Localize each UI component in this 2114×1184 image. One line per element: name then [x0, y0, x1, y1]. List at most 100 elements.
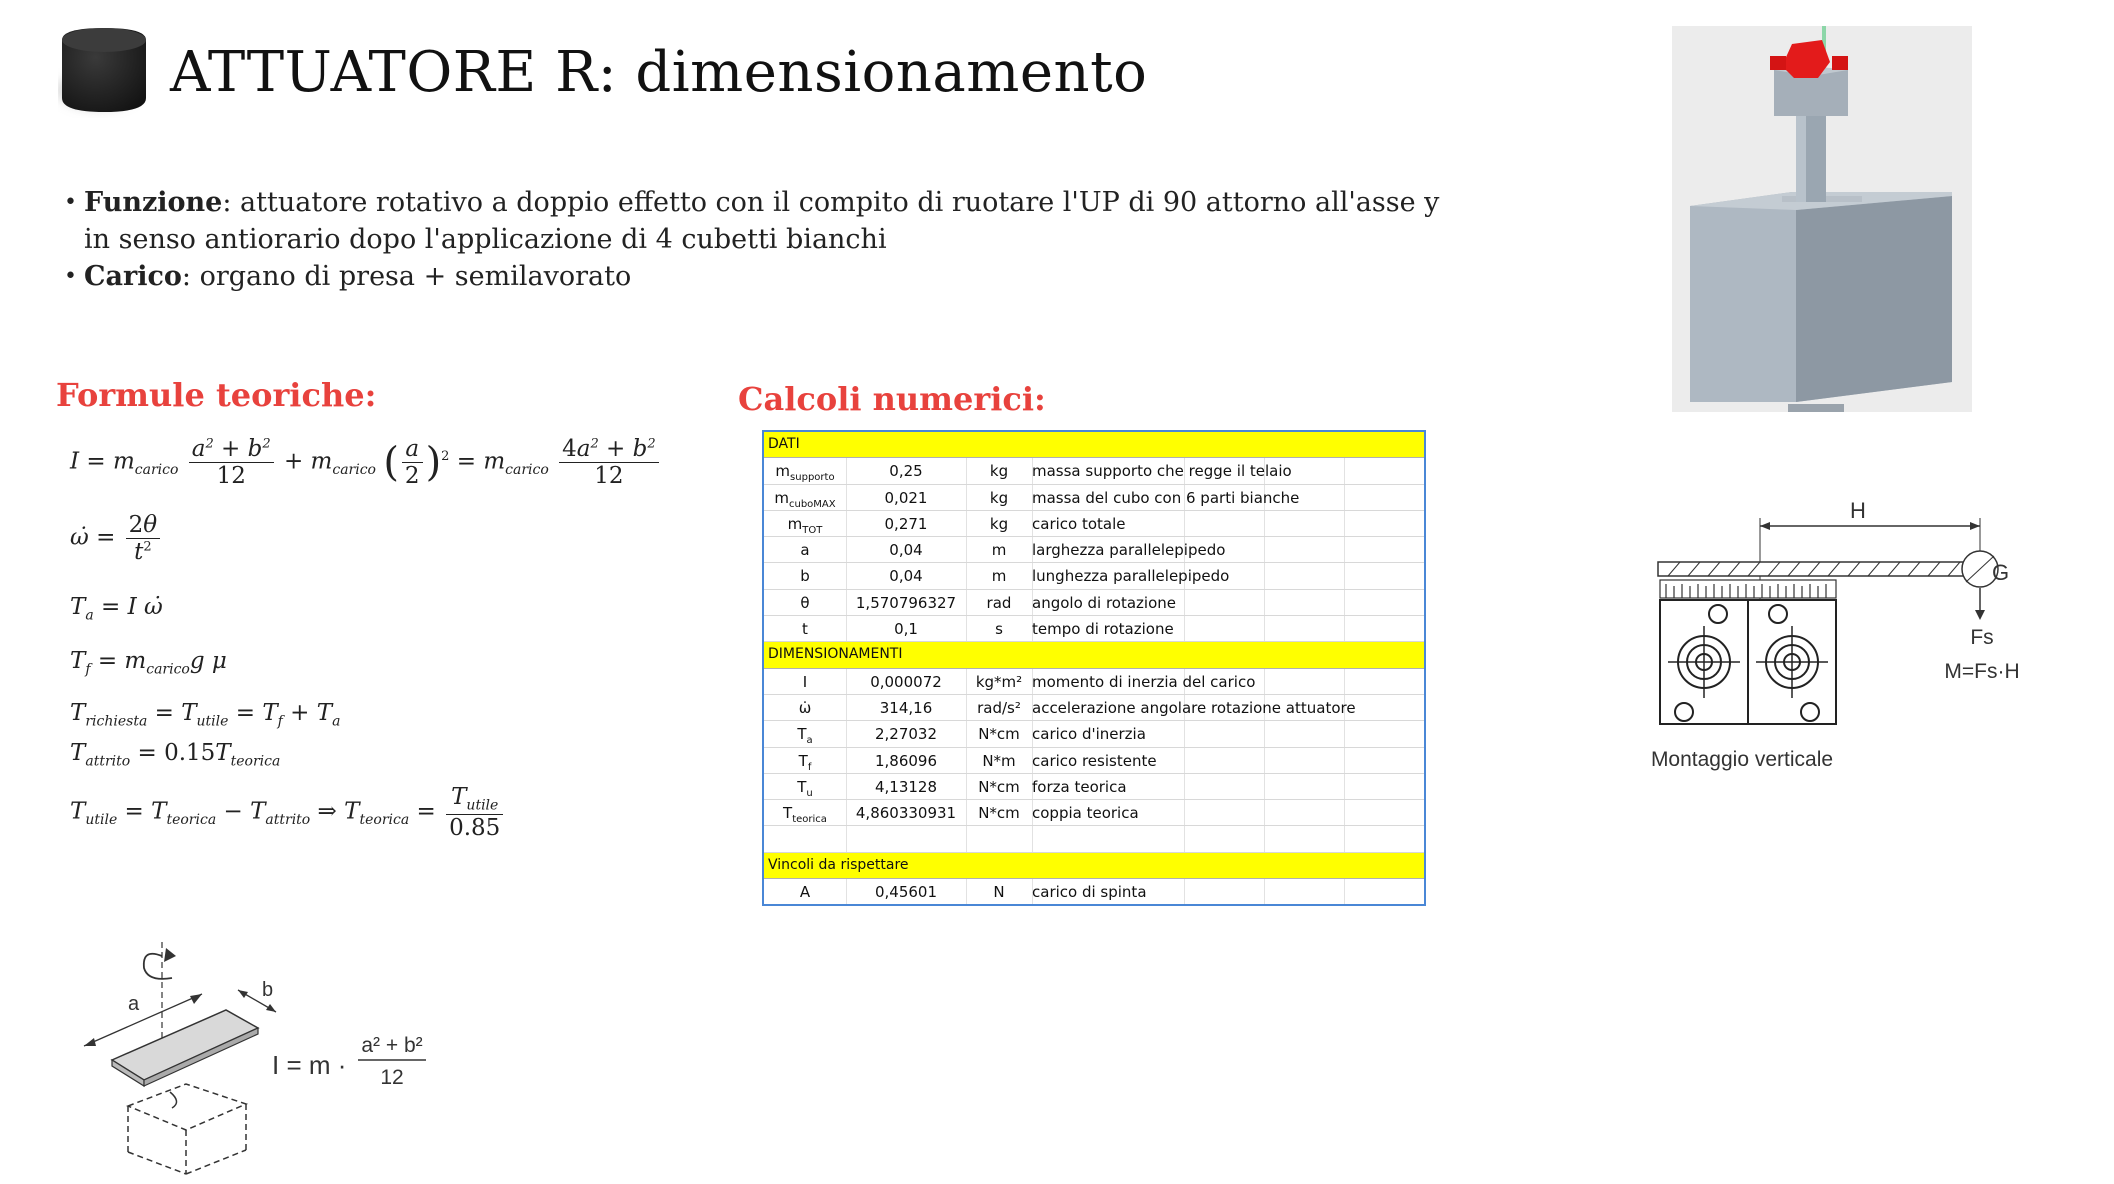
- fs-label: Fs: [1970, 626, 1993, 649]
- table-section-dimensionamenti: DIMENSIONAMENTI: [764, 642, 1424, 669]
- cell-symbol: I: [802, 672, 808, 691]
- moment-label: M=Fs·H: [1944, 660, 2019, 683]
- mounting-caption: Montaggio verticale: [1651, 748, 1833, 771]
- cell-value: 2,27032: [874, 725, 938, 744]
- table-row: ω̇ 314,16 rad/s² accelerazione angolare rot…: [764, 695, 1424, 722]
- cell-value: 0,000072: [870, 672, 942, 691]
- bullet-label: Carico: [84, 261, 182, 292]
- table-row: θ 1,570796327 rad angolo di rotazione: [764, 590, 1424, 617]
- cell-desc: angolo di rotazione: [1032, 593, 1177, 612]
- cell-symbol: T: [783, 804, 793, 823]
- cell-desc: lunghezza parallelepipedo: [1032, 567, 1230, 586]
- b-label: b: [262, 979, 273, 1001]
- formula-tattrito: Tattrito = 0.15Tteorica: [70, 740, 281, 770]
- formula-block: I = mcarico a2 + b2 12 + mcarico (a 2)2 = …: [60, 426, 659, 856]
- table-row: mTOT 0,271 kg carico totale: [764, 511, 1424, 538]
- cell-desc: accelerazione angolare rotazione attuato…: [1032, 698, 1356, 717]
- cell-subscript: u: [806, 787, 813, 799]
- h-label: H: [1850, 498, 1866, 523]
- section-label: DATI: [768, 436, 800, 452]
- inertia-formula-den: 12: [380, 1066, 403, 1089]
- cell-value: 1,570796327: [855, 593, 957, 612]
- cell-desc: tempo di rotazione: [1032, 620, 1174, 639]
- cell-symbol: t: [802, 620, 808, 639]
- cell-symbol: a: [800, 541, 810, 560]
- cell-symbol: θ: [800, 593, 810, 612]
- inertia-formula-lhs: I = m ·: [272, 1050, 346, 1080]
- inertia-formula-num: a² + b²: [361, 1034, 422, 1057]
- table-row: Tu 4,13128 N*cm forza teorica: [764, 774, 1424, 801]
- cell-unit: rad/s²: [977, 698, 1021, 717]
- table-row-empty: [764, 826, 1424, 853]
- cell-value: 1,86096: [874, 751, 938, 770]
- cell-unit: N: [993, 883, 1005, 902]
- cell-unit: N*cm: [978, 777, 1020, 796]
- cell-unit: kg*m²: [975, 672, 1023, 691]
- cell-value: 0,1: [894, 620, 918, 639]
- cell-symbol: m: [775, 462, 791, 481]
- table-row: msupporto 0,25 kg massa supporto che regge …: [764, 458, 1424, 485]
- cell-value: 4,13128: [874, 777, 938, 796]
- cell-unit: kg: [989, 514, 1009, 533]
- cell-value: 0,04: [889, 541, 923, 560]
- cell-desc: momento di inerzia del carico: [1032, 672, 1256, 691]
- cell-desc: forza teorica: [1032, 777, 1127, 796]
- section-label: DIMENSIONAMENTI: [768, 646, 903, 663]
- cell-value: 314,16: [879, 698, 933, 717]
- table-row: I 0,000072 kg*m² momento di inerzia del car…: [764, 669, 1424, 695]
- cell-desc: carico di spinta: [1032, 883, 1147, 902]
- cell-symbol: ω̇: [798, 698, 812, 717]
- cell-desc: coppia teorica: [1032, 804, 1139, 823]
- cell-symbol: T: [797, 725, 807, 744]
- formula-tf: Tf = mcaricog μ: [70, 648, 227, 678]
- table-row: a 0,04 m larghezza parallelepipedo: [764, 537, 1424, 564]
- cell-unit: m: [991, 541, 1007, 560]
- cell-symbol: A: [799, 883, 811, 902]
- cell-desc: massa del cubo con 6 parti bianche: [1032, 488, 1300, 507]
- table-row: A 0,45601 Ncarico di spinta: [764, 879, 1424, 904]
- table-section-vincoli: Vincoli da rispettare: [764, 852, 1424, 880]
- table-row: b 0,04 m lunghezza parallelepipedo: [764, 563, 1424, 590]
- formula-inertia: I = mcarico a2 + b2 12 + mcarico (a 2)2 = …: [70, 436, 662, 489]
- cell-unit: N*cm: [978, 804, 1020, 823]
- logo-cylinder-icon: [58, 28, 146, 112]
- cell-unit: N*cm: [978, 725, 1020, 744]
- cell-subscript: TOT: [802, 524, 823, 536]
- inertia-diagram: a b I = m · a² + b² 12: [83, 942, 426, 1175]
- cell-desc: carico d'inerzia: [1032, 725, 1146, 744]
- section-heading-calcoli: Calcoli numerici:: [738, 380, 1046, 418]
- cell-symbol: b: [800, 567, 810, 586]
- cell-subscript: f: [807, 761, 812, 773]
- cell-symbol: m: [774, 488, 789, 507]
- cell-desc: carico totale: [1032, 514, 1126, 533]
- formula-omega-dot: ω̇ = 2θ t2: [70, 512, 163, 565]
- mounting-diagram: H G Fs M=Fs·H Montaggio verticale: [1651, 498, 2020, 771]
- cell-desc: carico resistente: [1032, 751, 1157, 770]
- table-row: Tteorica 4,860330931 N*cm coppia teorica: [764, 800, 1424, 827]
- cell-desc: massa supporto che regge il telaio: [1032, 462, 1292, 481]
- cell-subscript: cuboMAX: [789, 498, 836, 510]
- cell-value: 0,45601: [874, 883, 938, 902]
- formula-tutile: Tutile = Tteorica − Tattrito ⇒ Tteorica …: [70, 784, 506, 841]
- cell-value: 0,271: [884, 514, 928, 533]
- cell-desc: larghezza parallelepipedo: [1032, 541, 1226, 560]
- table-section-dati: DATI: [764, 432, 1424, 459]
- g-label: G: [1992, 560, 2009, 585]
- cell-unit: rad: [986, 593, 1012, 612]
- bullet-text: : organo di presa + semilavorato: [181, 261, 632, 292]
- cell-value: 0,04: [889, 567, 923, 586]
- cell-unit: kg: [989, 488, 1009, 507]
- bullet-text: : attuatore rotativo a doppio effetto co…: [84, 187, 1440, 255]
- a-label: a: [128, 993, 140, 1015]
- cell-value: 0,25: [889, 462, 923, 481]
- formula-trichiesta: Trichiesta = Tutile = Tf + Ta: [70, 700, 341, 730]
- cell-value: 0,021: [884, 488, 928, 507]
- section-label: Vincoli da rispettare: [768, 856, 909, 873]
- section-heading-formule: Formule teoriche:: [56, 376, 377, 414]
- cell-subscript: supporto: [790, 472, 835, 484]
- table-row: mcuboMAX 0,021 kg massa del cubo con 6 part…: [764, 485, 1424, 511]
- actuator-cad-image: [1672, 26, 1972, 412]
- cell-unit: s: [995, 620, 1003, 639]
- cell-unit: m: [991, 567, 1007, 586]
- table-row: t 0,1 s tempo di rotazione: [764, 616, 1424, 643]
